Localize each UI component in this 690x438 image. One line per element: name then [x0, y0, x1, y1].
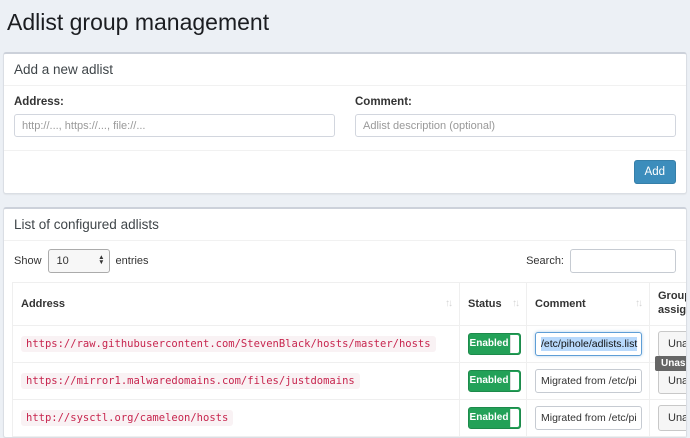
add-button[interactable]: Add — [634, 160, 676, 184]
add-adlist-panel-title: Add a new adlist — [4, 54, 686, 86]
entries-select-wrap: 10 ▲▼ — [48, 249, 110, 273]
comment-cell — [527, 362, 650, 399]
row-comment-input[interactable] — [535, 369, 642, 393]
address-column-label: Address — [21, 298, 65, 310]
group-assignment-select[interactable]: Unassociated — [658, 368, 686, 394]
adlist-url: https://mirror1.malwaredomains.com/files… — [21, 373, 360, 389]
adlist-table-panel-title: List of configured adlists — [4, 209, 686, 241]
group-assignment-select[interactable]: Unassociated — [658, 331, 686, 357]
group-column-label: Group assignment — [658, 290, 686, 318]
address-field-group: Address: — [4, 90, 345, 141]
table-header-row: Address ↑↓ Status ↑↓ Com — [13, 283, 687, 326]
status-column-label: Status — [468, 298, 502, 310]
comment-column-label: Comment — [535, 298, 586, 310]
adlist-url: http://sysctl.org/cameleon/hosts — [21, 410, 233, 426]
adlist-table: Address ↑↓ Status ↑↓ Com — [12, 282, 686, 437]
search-label: Search: — [526, 255, 564, 267]
column-header-status[interactable]: Status ↑↓ — [460, 283, 527, 326]
status-cell: Enabled — [460, 399, 527, 436]
status-toggle-label: Enabled — [470, 412, 509, 423]
address-cell: https://mirror1.malwaredomains.com/files… — [13, 362, 460, 399]
address-cell: https://raw.githubusercontent.com/Steven… — [13, 325, 460, 362]
address-label: Address: — [14, 96, 335, 108]
page-title: Adlist group management — [7, 9, 683, 36]
table-row: http://sysctl.org/cameleon/hosts Enabled — [13, 399, 687, 436]
search-input[interactable] — [570, 249, 676, 273]
entries-label: entries — [116, 255, 149, 267]
entries-length-control: Show 10 ▲▼ entries — [14, 249, 149, 273]
comment-field-group: Comment: — [345, 90, 686, 141]
add-adlist-form: Address: Comment: — [4, 86, 686, 150]
adlist-table-panel: List of configured adlists Show 10 ▲▼ en… — [3, 207, 687, 438]
comment-cell: /etc/pihole/adlists.list — [527, 325, 650, 362]
status-toggle[interactable]: Enabled — [468, 333, 521, 355]
adlist-url: https://raw.githubusercontent.com/Steven… — [21, 336, 436, 352]
column-header-group-assignment[interactable]: Group assignment ↑↓ — [650, 283, 687, 326]
comment-input[interactable] — [355, 114, 676, 137]
column-header-address[interactable]: Address ↑↓ — [13, 283, 460, 326]
sort-icon[interactable]: ↑↓ — [445, 298, 451, 309]
comment-cell — [527, 399, 650, 436]
status-toggle-label: Enabled — [470, 375, 509, 386]
status-cell: Enabled — [460, 362, 527, 399]
add-adlist-footer: Add — [4, 150, 686, 193]
sort-icon[interactable]: ↑↓ — [512, 298, 518, 309]
comment-label: Comment: — [355, 96, 676, 108]
entries-per-page-select[interactable]: 10 — [48, 249, 110, 273]
table-controls: Show 10 ▲▼ entries Search: — [4, 241, 686, 282]
group-assignment-cell: Unassociated Unassociated — [650, 325, 687, 362]
status-cell: Enabled — [460, 325, 527, 362]
sort-icon[interactable]: ↑↓ — [635, 298, 641, 309]
column-header-comment[interactable]: Comment ↑↓ — [527, 283, 650, 326]
group-assignment-cell: Unassociated — [650, 399, 687, 436]
status-toggle[interactable]: Enabled — [468, 407, 521, 429]
address-cell: http://sysctl.org/cameleon/hosts — [13, 399, 460, 436]
toggle-handle — [510, 335, 519, 353]
status-toggle-label: Enabled — [470, 338, 509, 349]
address-input[interactable] — [14, 114, 335, 137]
group-assignment-select[interactable]: Unassociated — [658, 405, 686, 431]
toggle-handle — [510, 372, 519, 390]
group-assignment-tooltip: Unassociated — [655, 356, 686, 371]
toggle-handle — [510, 409, 519, 427]
row-comment-input[interactable]: /etc/pihole/adlists.list — [535, 332, 642, 356]
row-comment-input[interactable] — [535, 406, 642, 430]
content-area: Adlist group management Add a new adlist… — [0, 9, 690, 438]
status-toggle[interactable]: Enabled — [468, 370, 521, 392]
selected-comment-text: /etc/pihole/adlists.list — [541, 337, 637, 351]
table-row: https://mirror1.malwaredomains.com/files… — [13, 362, 687, 399]
search-control: Search: — [526, 249, 676, 273]
show-label: Show — [14, 255, 42, 267]
adlist-table-wrapper: Address ↑↓ Status ↑↓ Com — [4, 282, 686, 437]
add-adlist-panel: Add a new adlist Address: Comment: Add — [3, 52, 687, 194]
table-row: https://raw.githubusercontent.com/Steven… — [13, 325, 687, 362]
